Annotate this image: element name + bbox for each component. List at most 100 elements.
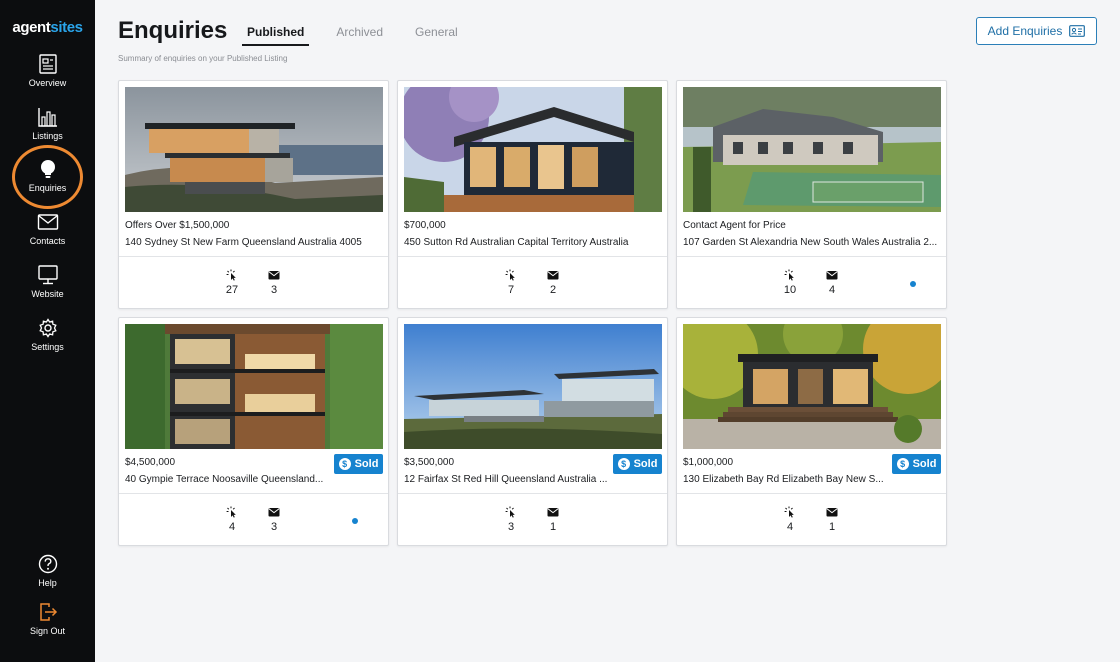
listing-photo[interactable] [125, 324, 383, 449]
app-logo[interactable]: agentsites [0, 19, 95, 36]
sold-label: Sold [912, 458, 937, 470]
sidebar-item-label: Website [31, 289, 64, 299]
sold-label: Sold [354, 458, 379, 470]
click-icon [784, 269, 794, 281]
listing-address: 107 Garden St Alexandria New South Wales… [683, 237, 938, 248]
messages-count: 3 [270, 284, 278, 296]
listing-card[interactable]: $ Sold $3,500,000 12 Fairfax St Red Hill … [397, 317, 668, 546]
chart-icon [37, 108, 57, 127]
envelope-icon [826, 271, 838, 280]
sidebar-item-label: Enquiries [28, 183, 67, 193]
add-enquiries-button[interactable]: Add Enquiries [976, 17, 1097, 45]
tab-general[interactable]: General [410, 22, 463, 46]
views-count: 4 [786, 521, 794, 533]
click-icon [505, 269, 515, 281]
click-icon [226, 269, 236, 281]
unread-indicator [352, 518, 358, 524]
sidebar-item-help[interactable]: Help [0, 554, 95, 602]
sold-label: Sold [633, 458, 658, 470]
listing-photo[interactable] [683, 324, 941, 449]
dollar-icon: $ [338, 458, 351, 470]
messages-stat: 3 [259, 506, 289, 533]
tab-bar: Published Archived General [242, 22, 485, 46]
envelope-icon [826, 508, 838, 517]
sidebar-item-website[interactable]: Website [0, 265, 95, 313]
messages-count: 4 [828, 284, 836, 296]
card-divider [398, 256, 667, 257]
listing-address: 40 Gympie Terrace Noosaville Queensland.… [125, 474, 324, 485]
listing-address: 130 Elizabeth Bay Rd Elizabeth Bay New S… [683, 474, 884, 485]
messages-stat: 3 [259, 269, 289, 296]
views-count: 4 [228, 521, 236, 533]
views-count: 27 [225, 284, 239, 296]
listing-card[interactable]: $ Sold $1,000,000 130 Elizabeth Bay Rd El… [676, 317, 947, 546]
listing-price: Contact Agent for Price [683, 220, 786, 231]
listing-photo-image [683, 324, 941, 449]
listing-card[interactable]: $ Sold $4,500,000 40 Gympie Terrace Noosa… [118, 317, 389, 546]
sidebar-item-overview[interactable]: Overview [0, 54, 95, 102]
card-divider [677, 256, 946, 257]
listing-photo[interactable] [404, 87, 662, 212]
views-stat: 27 [217, 269, 247, 296]
envelope-icon [268, 508, 280, 517]
contact-card-icon [1069, 25, 1086, 37]
listing-photo-image [683, 87, 941, 212]
sidebar-item-label: Help [38, 578, 57, 588]
card-divider [398, 493, 667, 494]
messages-count: 1 [828, 521, 836, 533]
lightbulb-icon [40, 160, 55, 178]
views-stat: 4 [775, 506, 805, 533]
listing-photo[interactable] [683, 87, 941, 212]
tab-published[interactable]: Published [242, 22, 310, 46]
listing-price: Offers Over $1,500,000 [125, 220, 230, 231]
messages-count: 3 [270, 521, 278, 533]
listing-price: $1,000,000 [683, 457, 734, 468]
views-stat: 3 [496, 506, 526, 533]
listing-photo[interactable] [404, 324, 662, 449]
sidebar-item-label: Settings [31, 342, 64, 352]
sidebar-item-label: Sign Out [29, 626, 66, 636]
card-divider [119, 256, 388, 257]
sidebar-item-label: Contacts [29, 236, 66, 246]
listing-card[interactable]: Offers Over $1,500,000 140 Sydney St New… [118, 80, 389, 309]
listing-address: 140 Sydney St New Farm Queensland Austra… [125, 237, 362, 248]
document-icon [38, 54, 57, 74]
views-stat: 4 [217, 506, 247, 533]
logo-accent: sites [50, 19, 83, 36]
listing-photo[interactable] [125, 87, 383, 212]
gear-icon [38, 318, 57, 338]
envelope-icon [547, 271, 559, 280]
page-title: Enquiries [118, 17, 228, 44]
views-count: 3 [507, 521, 515, 533]
listing-photo-image [125, 87, 383, 212]
messages-stat: 2 [538, 269, 568, 296]
messages-stat: 1 [538, 506, 568, 533]
listing-address: 12 Fairfax St Red Hill Queensland Austra… [404, 474, 608, 485]
sidebar-item-contacts[interactable]: Contacts [0, 212, 95, 260]
views-count: 10 [783, 284, 797, 296]
sidebar-item-label: Overview [28, 78, 67, 88]
views-stat: 10 [775, 269, 805, 296]
click-icon [784, 506, 794, 518]
envelope-icon [547, 508, 559, 517]
sidebar-item-enquiries[interactable]: Enquiries [0, 159, 95, 207]
logo-main: agent [12, 19, 51, 36]
envelope-icon [37, 214, 58, 230]
tab-archived[interactable]: Archived [331, 22, 388, 46]
card-divider [677, 493, 946, 494]
page-subtitle: Summary of enquiries on your Published L… [118, 54, 288, 63]
listing-price: $700,000 [404, 220, 446, 231]
click-icon [226, 506, 236, 518]
listing-card[interactable]: Contact Agent for Price 107 Garden St Al… [676, 80, 947, 309]
messages-count: 2 [549, 284, 557, 296]
sidebar-item-sign-out[interactable]: Sign Out [0, 602, 95, 650]
views-count: 7 [507, 284, 515, 296]
unread-indicator [910, 281, 916, 287]
listing-address: 450 Sutton Rd Australian Capital Territo… [404, 237, 629, 248]
listing-photo-image [125, 324, 383, 449]
dollar-icon: $ [617, 458, 630, 470]
envelope-icon [268, 271, 280, 280]
sidebar-item-label: Listings [32, 131, 63, 141]
listing-card[interactable]: $700,000 450 Sutton Rd Australian Capita… [397, 80, 668, 309]
sidebar-item-settings[interactable]: Settings [0, 318, 95, 366]
